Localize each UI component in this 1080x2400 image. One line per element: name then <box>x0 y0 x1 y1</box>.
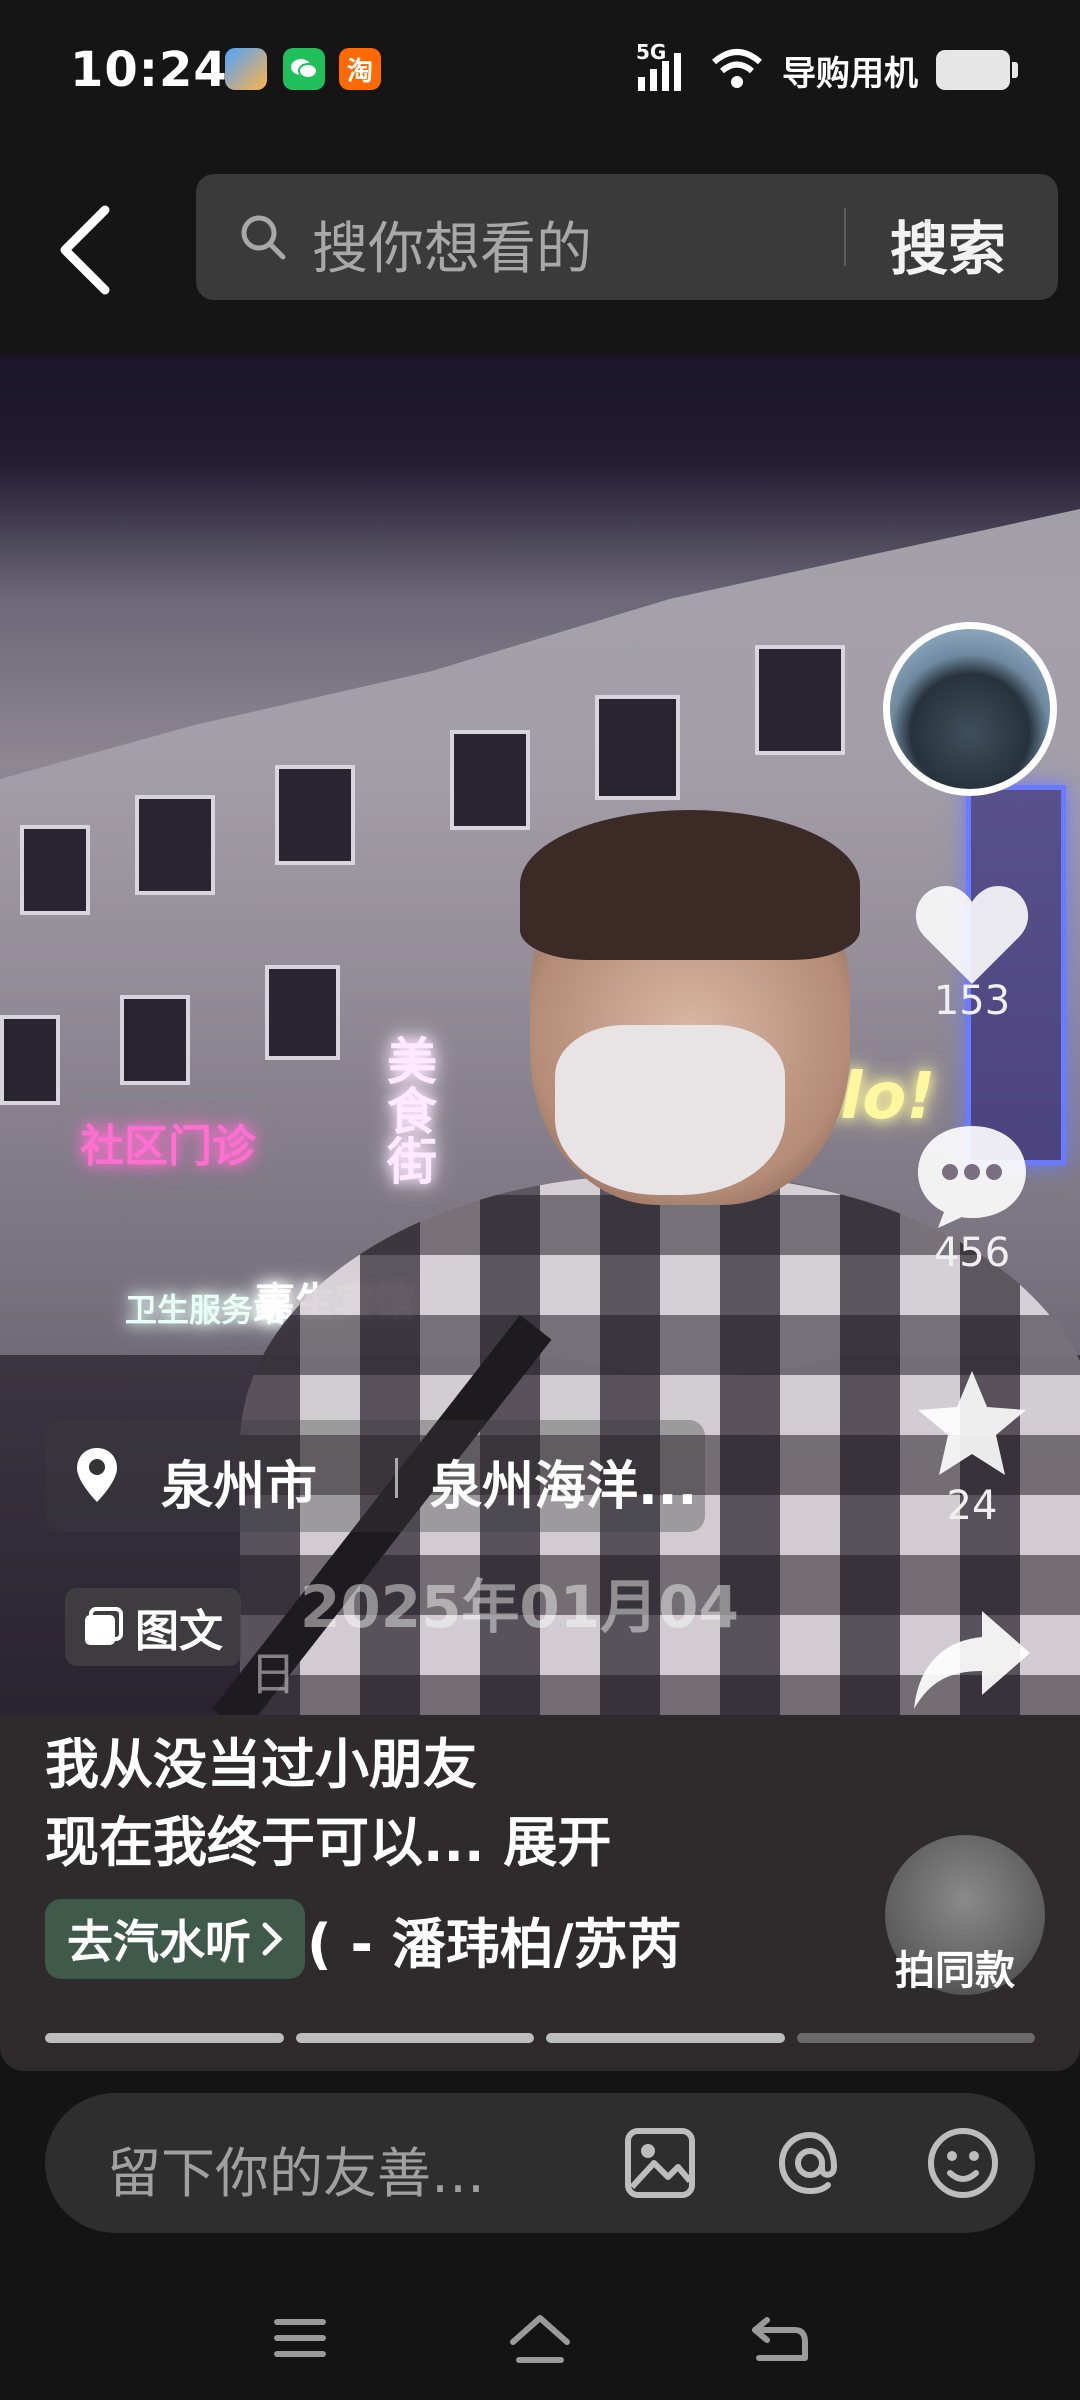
status-bar: 10:24 淘 5G 导购用机 <box>0 0 1080 140</box>
system-navigation-bar <box>0 2270 1080 2400</box>
favorite-button[interactable]: 24 <box>902 1365 1042 1529</box>
carrier-label: 导购用机 <box>782 53 918 94</box>
expand-button[interactable]: 展开 <box>503 1811 611 1874</box>
progress-segment <box>546 2033 785 2043</box>
favorite-count: 24 <box>946 1483 998 1529</box>
post-date: 2025年01月04 <box>300 1573 739 1641</box>
taobao-icon: 淘 <box>339 48 381 90</box>
music-title[interactable]: ( - 潘玮柏/苏芮 <box>307 1900 681 1979</box>
search-divider <box>844 208 846 266</box>
star-icon <box>918 1371 1026 1475</box>
person-hair <box>520 810 860 960</box>
search-header: 搜你想看的 搜索 <box>0 140 1080 355</box>
search-input[interactable]: 搜你想看的 搜索 <box>196 174 1058 300</box>
post-type-label: 图文 <box>135 1606 223 1657</box>
post-date-suffix: 日 <box>250 1647 296 1701</box>
author-avatar[interactable] <box>883 622 1057 796</box>
back-arrow-icon[interactable] <box>50 200 130 300</box>
progress-segment <box>295 2033 534 2043</box>
search-button[interactable]: 搜索 <box>890 202 1006 286</box>
battery-icon <box>936 50 1018 90</box>
location-city: 泉州市 <box>161 1457 318 1517</box>
comment-bubble-icon <box>918 1126 1026 1228</box>
heart-icon <box>915 886 1029 984</box>
neon-sign-clinic: 社区门诊 <box>80 1121 256 1172</box>
building-window <box>755 645 845 755</box>
location-pin-icon <box>77 1448 117 1502</box>
caption-line-2[interactable]: 现在我终于可以... 展开 <box>45 1798 611 1877</box>
location-separator <box>395 1458 398 1498</box>
comment-placeholder: 留下你的友善… <box>107 2142 485 2205</box>
caption-line-2-text: 现在我终于可以... <box>45 1811 504 1874</box>
back-nav-icon[interactable] <box>745 2308 815 2368</box>
progress-segment <box>45 2033 284 2043</box>
post-type-tag: 图文 <box>65 1588 241 1666</box>
building-window <box>450 730 530 830</box>
comment-input-bar[interactable]: 留下你的友善… <box>45 2093 1035 2233</box>
same-style-label[interactable]: 拍同款 <box>895 1938 1015 1996</box>
building-window <box>120 995 190 1085</box>
location-place: 泉州海洋... <box>430 1457 698 1517</box>
wechat-icon <box>283 48 325 90</box>
listen-on-qishui-label: 去汽水听 <box>67 1915 251 1969</box>
building-window <box>275 765 355 865</box>
image-text-icon <box>85 1607 123 1645</box>
chevron-right-icon <box>262 1922 283 1956</box>
face-mask <box>555 1025 785 1195</box>
image-picker-icon[interactable] <box>620 2123 700 2203</box>
like-button[interactable]: 153 <box>902 880 1042 1024</box>
home-icon[interactable] <box>505 2308 575 2368</box>
emoji-icon[interactable] <box>923 2123 1003 2203</box>
network-type: 5G <box>636 40 667 64</box>
taobao-glyph: 淘 <box>346 56 373 87</box>
status-time: 10:24 <box>70 42 228 98</box>
caption-line-1: 我从没当过小朋友 <box>45 1733 477 1796</box>
neon-sign-food: 美食街 <box>379 1035 437 1185</box>
progress-segment <box>796 2033 1035 2043</box>
menu-icon[interactable] <box>265 2308 335 2368</box>
status-right: 5G 导购用机 <box>636 40 1018 100</box>
music-row: 去汽水听 ( - 潘玮柏/苏芮 <box>45 1898 681 1980</box>
listen-on-qishui-button[interactable]: 去汽水听 <box>45 1899 305 1979</box>
image-progress-indicator <box>45 2033 1035 2043</box>
search-placeholder: 搜你想看的 <box>312 217 592 282</box>
building-window <box>135 795 215 895</box>
wifi-icon <box>712 49 762 88</box>
share-arrow-icon <box>914 1611 1030 1709</box>
building-window <box>265 965 340 1060</box>
comment-button[interactable]: 456 <box>902 1120 1042 1276</box>
mention-icon[interactable] <box>770 2123 850 2203</box>
location-chip[interactable]: 泉州市 泉州海洋... <box>45 1420 705 1532</box>
app-icon-blue <box>225 48 267 90</box>
building-window <box>595 695 680 800</box>
building-window <box>20 825 90 915</box>
search-icon <box>241 215 286 260</box>
comment-count: 456 <box>933 1230 1011 1276</box>
building-window <box>0 1015 60 1105</box>
